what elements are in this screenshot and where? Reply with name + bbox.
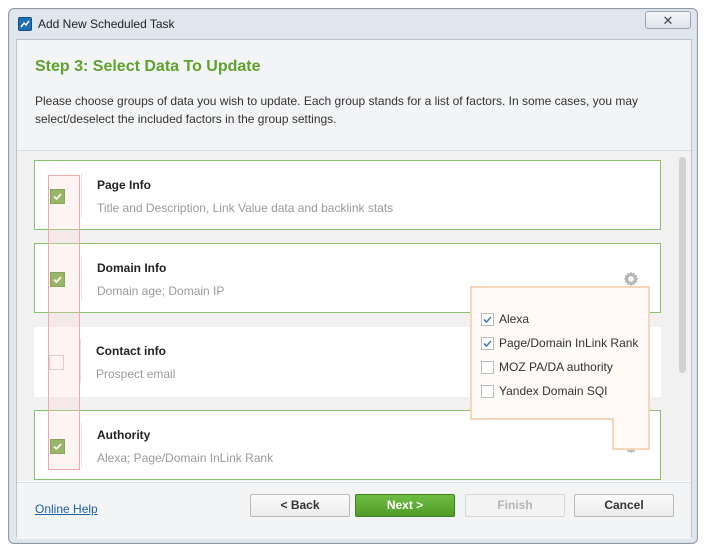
divider	[81, 423, 82, 467]
close-icon: ✕	[662, 13, 674, 28]
close-button[interactable]: ✕	[645, 11, 691, 29]
app-icon	[18, 17, 32, 31]
option-checkbox[interactable]	[481, 313, 494, 326]
popup-anchor-tab	[612, 418, 650, 450]
option-label: Page/Domain InLink Rank	[499, 336, 639, 350]
dialog-window: Add New Scheduled Task ✕ Step 3: Select …	[8, 8, 698, 544]
group-name: Page Info	[97, 178, 152, 192]
window-title: Add New Scheduled Task	[38, 17, 175, 31]
cancel-button[interactable]: Cancel	[574, 494, 674, 517]
check-icon	[483, 316, 492, 324]
dialog-footer: Online Help < Back Next > Finish Cancel	[17, 482, 691, 539]
step-header: Step 3: Select Data To Update Please cho…	[17, 40, 691, 151]
step-title: Step 3: Select Data To Update	[35, 58, 261, 75]
title-bar: Add New Scheduled Task ✕	[9, 9, 697, 39]
group-name: Domain Info	[97, 261, 167, 275]
divider	[80, 339, 81, 383]
group-subtitle: Alexa; Page/Domain InLink Rank	[97, 451, 274, 465]
option-checkbox[interactable]	[481, 361, 494, 374]
online-help-link[interactable]: Online Help	[35, 502, 98, 516]
divider	[81, 173, 82, 217]
option-checkbox[interactable]	[481, 337, 494, 350]
option-checkbox[interactable]	[481, 385, 494, 398]
option-label: MOZ PA/DA authority	[499, 360, 613, 374]
back-button[interactable]: < Back	[250, 494, 350, 517]
scrollbar[interactable]	[679, 157, 686, 373]
option-label: Yandex Domain SQI	[499, 384, 608, 398]
option-label: Alexa	[499, 312, 530, 326]
group-card-authority[interactable]: Authority Alexa; Page/Domain InLink Rank	[34, 410, 661, 480]
group-subtitle: Title and Description, Link Value data a…	[97, 201, 394, 215]
checkbox-highlight	[48, 175, 80, 470]
group-name: Authority	[97, 428, 151, 442]
check-icon	[483, 340, 492, 348]
finish-button: Finish	[465, 494, 565, 517]
group-subtitle: Prospect email	[96, 367, 176, 381]
group-subtitle: Domain age; Domain IP	[97, 284, 225, 298]
divider	[81, 256, 82, 300]
group-card-page-info[interactable]: Page Info Title and Description, Link Va…	[34, 160, 661, 230]
authority-settings-popup: Alexa Page/Domain InLink Rank MOZ PA/DA …	[470, 286, 650, 420]
step-description: Please choose groups of data you wish to…	[35, 94, 638, 126]
group-name: Contact info	[96, 344, 166, 358]
next-button[interactable]: Next >	[355, 494, 455, 517]
